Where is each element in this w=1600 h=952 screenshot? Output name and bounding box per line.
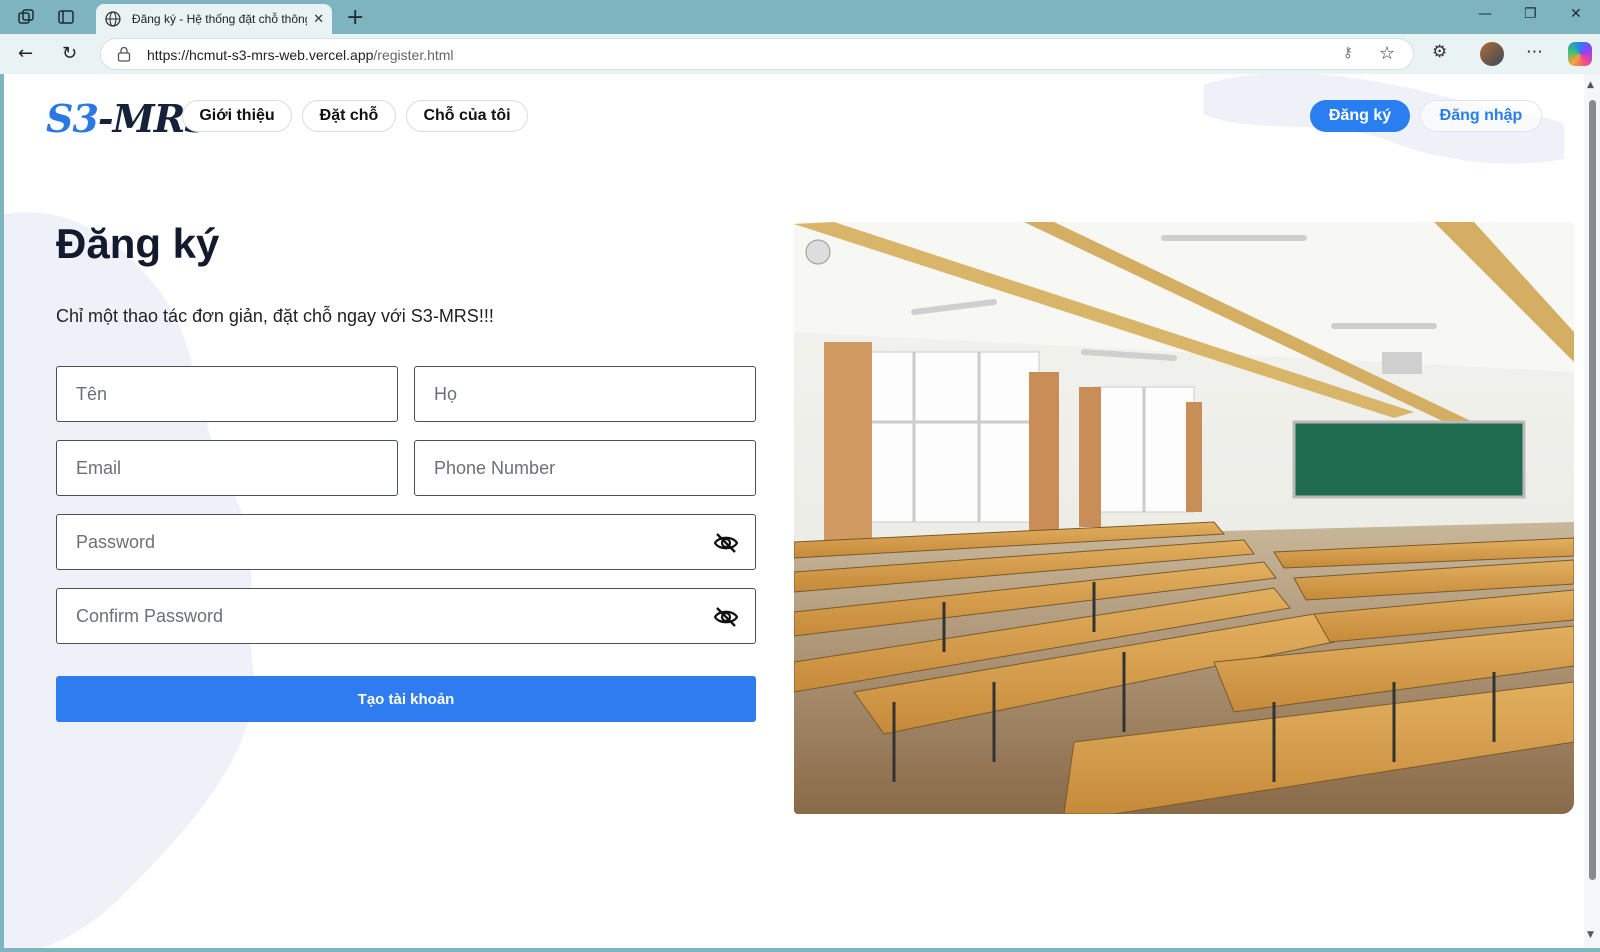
password-field[interactable] — [56, 514, 756, 570]
scroll-down-icon[interactable]: ▼ — [1587, 930, 1594, 940]
login-button[interactable]: Đăng nhập — [1420, 100, 1542, 132]
tab-active[interactable]: Đăng ký - Hệ thống đặt chỗ thông minh ✕ — [96, 4, 332, 34]
lock-icon[interactable] — [117, 46, 131, 62]
minimize-icon[interactable]: — — [1478, 6, 1492, 22]
password-input[interactable] — [57, 515, 755, 569]
phone-input[interactable] — [415, 441, 755, 495]
page-title: Đăng ký — [56, 220, 220, 267]
reload-icon[interactable]: ↻ — [62, 43, 77, 64]
eye-slash-icon[interactable] — [713, 605, 739, 629]
first-name-field[interactable] — [56, 366, 398, 422]
address-bar[interactable]: https://hcmut-s3-mrs-web.vercel.app/regi… — [100, 38, 1414, 70]
page-viewport: S3-MRS Giới thiệu Đặt chỗ Chỗ của tôi Đă… — [4, 74, 1584, 948]
key-icon[interactable]: ⚷ — [1343, 45, 1353, 61]
register-button[interactable]: Đăng ký — [1310, 100, 1410, 132]
close-tab-icon[interactable]: ✕ — [313, 12, 324, 27]
browser-window: Đăng ký - Hệ thống đặt chỗ thông minh ✕ … — [0, 0, 1600, 952]
close-window-icon[interactable]: ✕ — [1570, 6, 1582, 22]
extensions-icon[interactable]: ⚙ — [1432, 42, 1447, 62]
globe-icon — [105, 11, 121, 27]
page-subtitle: Chỉ một thao tác đơn giản, đặt chỗ ngay … — [56, 306, 494, 326]
scrollbar[interactable]: ▲ ▼ — [1584, 74, 1600, 948]
create-account-button[interactable]: Tạo tài khoản — [56, 676, 756, 722]
browser-toolbar: ← ↻ https://hcmut-s3-mrs-web.vercel.app/… — [0, 34, 1600, 74]
last-name-field[interactable] — [414, 366, 756, 422]
classroom-image — [794, 222, 1574, 814]
vertical-tabs-icon[interactable] — [56, 7, 76, 27]
logo-prefix: S3 — [46, 96, 99, 141]
nav-intro[interactable]: Giới thiệu — [182, 100, 292, 132]
email-field[interactable] — [56, 440, 398, 496]
last-name-input[interactable] — [415, 367, 755, 421]
url-path: /register.html — [373, 47, 454, 63]
url-host: https://hcmut-s3-mrs-web.vercel.app — [147, 47, 374, 63]
confirm-password-field[interactable] — [56, 588, 756, 644]
email-input[interactable] — [57, 441, 397, 495]
eye-slash-icon[interactable] — [713, 531, 739, 555]
nav-booking[interactable]: Đặt chỗ — [302, 100, 396, 132]
copilot-icon[interactable] — [1568, 42, 1592, 66]
scroll-up-icon[interactable]: ▲ — [1587, 80, 1594, 90]
workspaces-icon[interactable] — [16, 7, 36, 27]
first-name-input[interactable] — [57, 367, 397, 421]
profile-avatar[interactable] — [1480, 42, 1504, 66]
back-icon[interactable]: ← — [18, 43, 33, 64]
scroll-thumb[interactable] — [1589, 100, 1596, 880]
phone-field[interactable] — [414, 440, 756, 496]
more-menu-icon[interactable]: ⋯ — [1526, 42, 1543, 62]
new-tab-icon[interactable]: + — [346, 5, 364, 30]
url-text[interactable]: https://hcmut-s3-mrs-web.vercel.app/regi… — [147, 47, 454, 63]
tab-title: Đăng ký - Hệ thống đặt chỗ thông minh — [131, 12, 307, 26]
confirm-password-input[interactable] — [57, 589, 755, 643]
nav-my-seats[interactable]: Chỗ của tôi — [406, 100, 528, 132]
favorite-star-icon[interactable]: ☆ — [1379, 43, 1395, 64]
restore-icon[interactable]: ❐ — [1524, 6, 1537, 22]
tab-bar: Đăng ký - Hệ thống đặt chỗ thông minh ✕ … — [0, 0, 1600, 34]
